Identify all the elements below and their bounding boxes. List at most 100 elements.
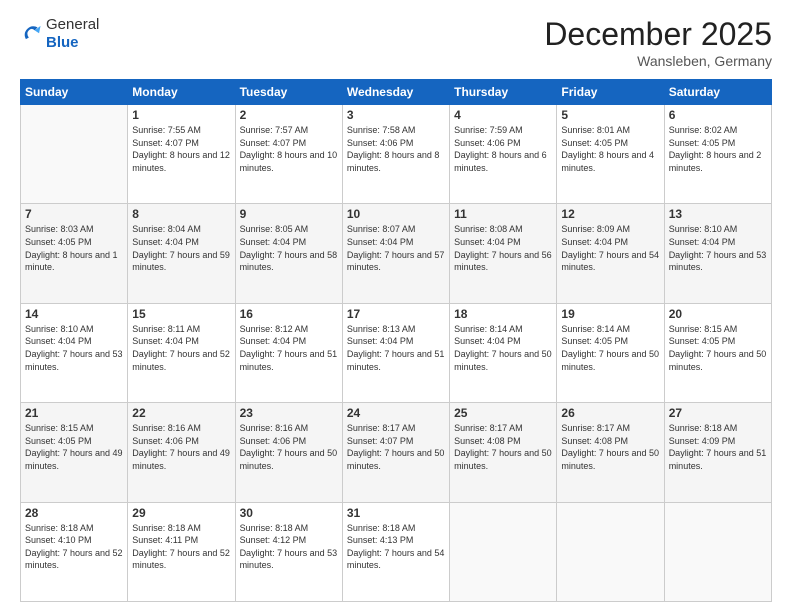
calendar-week-row: 1 Sunrise: 7:55 AM Sunset: 4:07 PM Dayli… xyxy=(21,105,772,204)
table-row: 4 Sunrise: 7:59 AM Sunset: 4:06 PM Dayli… xyxy=(450,105,557,204)
day-info: Sunrise: 8:16 AM Sunset: 4:06 PM Dayligh… xyxy=(132,422,230,472)
day-number: 7 xyxy=(25,207,123,221)
table-row: 30 Sunrise: 8:18 AM Sunset: 4:12 PM Dayl… xyxy=(235,502,342,601)
day-number: 9 xyxy=(240,207,338,221)
day-info: Sunrise: 8:16 AM Sunset: 4:06 PM Dayligh… xyxy=(240,422,338,472)
table-row: 24 Sunrise: 8:17 AM Sunset: 4:07 PM Dayl… xyxy=(342,403,449,502)
day-number: 22 xyxy=(132,406,230,420)
day-info: Sunrise: 8:02 AM Sunset: 4:05 PM Dayligh… xyxy=(669,124,767,174)
day-info: Sunrise: 8:17 AM Sunset: 4:08 PM Dayligh… xyxy=(454,422,552,472)
day-info: Sunrise: 8:09 AM Sunset: 4:04 PM Dayligh… xyxy=(561,223,659,273)
day-number: 2 xyxy=(240,108,338,122)
title-block: December 2025 Wansleben, Germany xyxy=(544,16,772,69)
calendar-week-row: 14 Sunrise: 8:10 AM Sunset: 4:04 PM Dayl… xyxy=(21,303,772,402)
day-number: 24 xyxy=(347,406,445,420)
table-row xyxy=(664,502,771,601)
day-number: 31 xyxy=(347,506,445,520)
logo-general: General xyxy=(46,16,99,34)
table-row: 16 Sunrise: 8:12 AM Sunset: 4:04 PM Dayl… xyxy=(235,303,342,402)
day-number: 17 xyxy=(347,307,445,321)
day-info: Sunrise: 8:15 AM Sunset: 4:05 PM Dayligh… xyxy=(25,422,123,472)
table-row: 10 Sunrise: 8:07 AM Sunset: 4:04 PM Dayl… xyxy=(342,204,449,303)
day-number: 30 xyxy=(240,506,338,520)
calendar-week-row: 7 Sunrise: 8:03 AM Sunset: 4:05 PM Dayli… xyxy=(21,204,772,303)
col-tuesday: Tuesday xyxy=(235,80,342,105)
day-info: Sunrise: 7:58 AM Sunset: 4:06 PM Dayligh… xyxy=(347,124,445,174)
day-info: Sunrise: 8:12 AM Sunset: 4:04 PM Dayligh… xyxy=(240,323,338,373)
day-info: Sunrise: 8:14 AM Sunset: 4:04 PM Dayligh… xyxy=(454,323,552,373)
table-row: 27 Sunrise: 8:18 AM Sunset: 4:09 PM Dayl… xyxy=(664,403,771,502)
day-number: 25 xyxy=(454,406,552,420)
day-number: 21 xyxy=(25,406,123,420)
table-row xyxy=(21,105,128,204)
day-info: Sunrise: 8:10 AM Sunset: 4:04 PM Dayligh… xyxy=(669,223,767,273)
day-info: Sunrise: 7:55 AM Sunset: 4:07 PM Dayligh… xyxy=(132,124,230,174)
day-number: 23 xyxy=(240,406,338,420)
day-number: 12 xyxy=(561,207,659,221)
day-number: 26 xyxy=(561,406,659,420)
day-number: 13 xyxy=(669,207,767,221)
day-number: 27 xyxy=(669,406,767,420)
table-row: 6 Sunrise: 8:02 AM Sunset: 4:05 PM Dayli… xyxy=(664,105,771,204)
day-number: 18 xyxy=(454,307,552,321)
day-info: Sunrise: 8:11 AM Sunset: 4:04 PM Dayligh… xyxy=(132,323,230,373)
day-info: Sunrise: 8:17 AM Sunset: 4:07 PM Dayligh… xyxy=(347,422,445,472)
table-row: 11 Sunrise: 8:08 AM Sunset: 4:04 PM Dayl… xyxy=(450,204,557,303)
day-info: Sunrise: 8:13 AM Sunset: 4:04 PM Dayligh… xyxy=(347,323,445,373)
logo-icon xyxy=(20,23,42,45)
day-number: 1 xyxy=(132,108,230,122)
day-number: 15 xyxy=(132,307,230,321)
table-row xyxy=(450,502,557,601)
day-info: Sunrise: 8:04 AM Sunset: 4:04 PM Dayligh… xyxy=(132,223,230,273)
table-row: 14 Sunrise: 8:10 AM Sunset: 4:04 PM Dayl… xyxy=(21,303,128,402)
table-row: 9 Sunrise: 8:05 AM Sunset: 4:04 PM Dayli… xyxy=(235,204,342,303)
table-row: 3 Sunrise: 7:58 AM Sunset: 4:06 PM Dayli… xyxy=(342,105,449,204)
day-info: Sunrise: 8:17 AM Sunset: 4:08 PM Dayligh… xyxy=(561,422,659,472)
day-number: 16 xyxy=(240,307,338,321)
table-row xyxy=(557,502,664,601)
day-number: 11 xyxy=(454,207,552,221)
calendar-week-row: 28 Sunrise: 8:18 AM Sunset: 4:10 PM Dayl… xyxy=(21,502,772,601)
day-number: 4 xyxy=(454,108,552,122)
day-info: Sunrise: 8:18 AM Sunset: 4:09 PM Dayligh… xyxy=(669,422,767,472)
table-row: 13 Sunrise: 8:10 AM Sunset: 4:04 PM Dayl… xyxy=(664,204,771,303)
header-row: Sunday Monday Tuesday Wednesday Thursday… xyxy=(21,80,772,105)
table-row: 15 Sunrise: 8:11 AM Sunset: 4:04 PM Dayl… xyxy=(128,303,235,402)
table-row: 23 Sunrise: 8:16 AM Sunset: 4:06 PM Dayl… xyxy=(235,403,342,502)
day-info: Sunrise: 8:08 AM Sunset: 4:04 PM Dayligh… xyxy=(454,223,552,273)
table-row: 20 Sunrise: 8:15 AM Sunset: 4:05 PM Dayl… xyxy=(664,303,771,402)
table-row: 28 Sunrise: 8:18 AM Sunset: 4:10 PM Dayl… xyxy=(21,502,128,601)
col-friday: Friday xyxy=(557,80,664,105)
day-number: 3 xyxy=(347,108,445,122)
day-number: 29 xyxy=(132,506,230,520)
day-info: Sunrise: 7:59 AM Sunset: 4:06 PM Dayligh… xyxy=(454,124,552,174)
logo: General Blue xyxy=(20,16,99,52)
table-row: 5 Sunrise: 8:01 AM Sunset: 4:05 PM Dayli… xyxy=(557,105,664,204)
table-row: 8 Sunrise: 8:04 AM Sunset: 4:04 PM Dayli… xyxy=(128,204,235,303)
table-row: 18 Sunrise: 8:14 AM Sunset: 4:04 PM Dayl… xyxy=(450,303,557,402)
day-info: Sunrise: 8:01 AM Sunset: 4:05 PM Dayligh… xyxy=(561,124,659,174)
page: General Blue December 2025 Wansleben, Ge… xyxy=(0,0,792,612)
day-info: Sunrise: 8:07 AM Sunset: 4:04 PM Dayligh… xyxy=(347,223,445,273)
table-row: 29 Sunrise: 8:18 AM Sunset: 4:11 PM Dayl… xyxy=(128,502,235,601)
table-row: 19 Sunrise: 8:14 AM Sunset: 4:05 PM Dayl… xyxy=(557,303,664,402)
logo-blue: Blue xyxy=(46,34,99,52)
col-sunday: Sunday xyxy=(21,80,128,105)
day-info: Sunrise: 8:18 AM Sunset: 4:12 PM Dayligh… xyxy=(240,522,338,572)
header: General Blue December 2025 Wansleben, Ge… xyxy=(20,16,772,69)
day-number: 19 xyxy=(561,307,659,321)
table-row: 25 Sunrise: 8:17 AM Sunset: 4:08 PM Dayl… xyxy=(450,403,557,502)
col-wednesday: Wednesday xyxy=(342,80,449,105)
calendar-table: Sunday Monday Tuesday Wednesday Thursday… xyxy=(20,79,772,602)
day-number: 20 xyxy=(669,307,767,321)
day-info: Sunrise: 8:18 AM Sunset: 4:11 PM Dayligh… xyxy=(132,522,230,572)
day-number: 14 xyxy=(25,307,123,321)
day-info: Sunrise: 8:05 AM Sunset: 4:04 PM Dayligh… xyxy=(240,223,338,273)
day-info: Sunrise: 8:18 AM Sunset: 4:13 PM Dayligh… xyxy=(347,522,445,572)
table-row: 2 Sunrise: 7:57 AM Sunset: 4:07 PM Dayli… xyxy=(235,105,342,204)
col-monday: Monday xyxy=(128,80,235,105)
table-row: 22 Sunrise: 8:16 AM Sunset: 4:06 PM Dayl… xyxy=(128,403,235,502)
day-info: Sunrise: 8:18 AM Sunset: 4:10 PM Dayligh… xyxy=(25,522,123,572)
day-number: 8 xyxy=(132,207,230,221)
day-info: Sunrise: 8:10 AM Sunset: 4:04 PM Dayligh… xyxy=(25,323,123,373)
